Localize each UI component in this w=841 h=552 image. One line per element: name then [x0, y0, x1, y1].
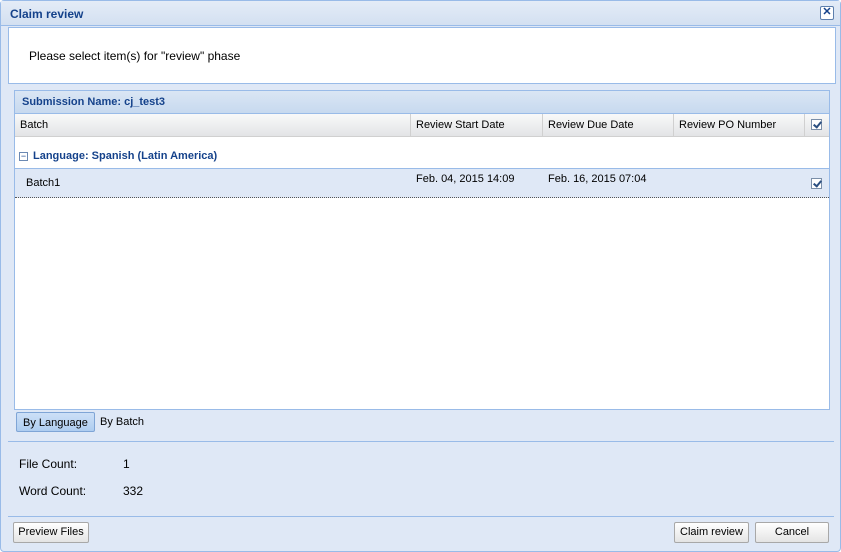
tab-by-batch[interactable]: By Batch: [94, 412, 150, 432]
submission-name: Submission Name: cj_test3: [22, 96, 166, 108]
intro-text: Please select item(s) for "review" phase: [29, 49, 241, 63]
column-header-select: [805, 114, 829, 136]
claim-review-button[interactable]: Claim review: [674, 522, 749, 543]
word-count-label: Word Count:: [19, 484, 87, 498]
cell-review-start-date: Feb. 04, 2015 14:09: [416, 173, 515, 185]
language-group-row[interactable]: − Language: Spanish (Latin America): [15, 148, 829, 170]
group-label: Language: Spanish (Latin America): [33, 150, 218, 162]
dialog-title: Claim review: [10, 7, 84, 21]
preview-files-button[interactable]: Preview Files: [13, 522, 89, 543]
column-header-review-po-number[interactable]: Review PO Number: [674, 114, 805, 136]
grid-header: Batch Review Start Date Review Due Date …: [15, 114, 829, 137]
stats-divider: [8, 441, 834, 442]
grouping-tabbar: By Language By Batch: [14, 409, 830, 437]
row-select-checkbox[interactable]: [811, 178, 822, 189]
cell-review-due-date: Feb. 16, 2015 07:04: [548, 173, 647, 185]
select-all-checkbox[interactable]: [811, 119, 822, 130]
cell-batch: Batch1: [26, 177, 61, 189]
column-header-review-start-date[interactable]: Review Start Date: [411, 114, 543, 136]
column-header-review-due-date[interactable]: Review Due Date: [543, 114, 674, 136]
collapse-icon[interactable]: −: [19, 152, 28, 161]
cancel-button[interactable]: Cancel: [755, 522, 829, 543]
intro-panel: Please select item(s) for "review" phase: [8, 27, 836, 84]
batch-grid: Submission Name: cj_test3 Batch Review S…: [14, 90, 830, 410]
tab-by-language[interactable]: By Language: [16, 412, 95, 432]
grid-title-bar: Submission Name: cj_test3: [15, 91, 829, 114]
claim-review-dialog: Claim review ✕ Please select item(s) for…: [0, 0, 841, 552]
file-count-label: File Count:: [19, 457, 78, 471]
column-header-batch[interactable]: Batch: [15, 114, 411, 136]
file-count-value: 1: [123, 457, 130, 471]
table-row[interactable]: Batch1 Feb. 04, 2015 14:09 Feb. 16, 2015…: [15, 169, 829, 198]
footer-divider: [8, 516, 834, 517]
dialog-titlebar[interactable]: Claim review ✕: [1, 1, 840, 26]
close-icon[interactable]: ✕: [820, 6, 834, 20]
word-count-value: 332: [123, 484, 144, 498]
